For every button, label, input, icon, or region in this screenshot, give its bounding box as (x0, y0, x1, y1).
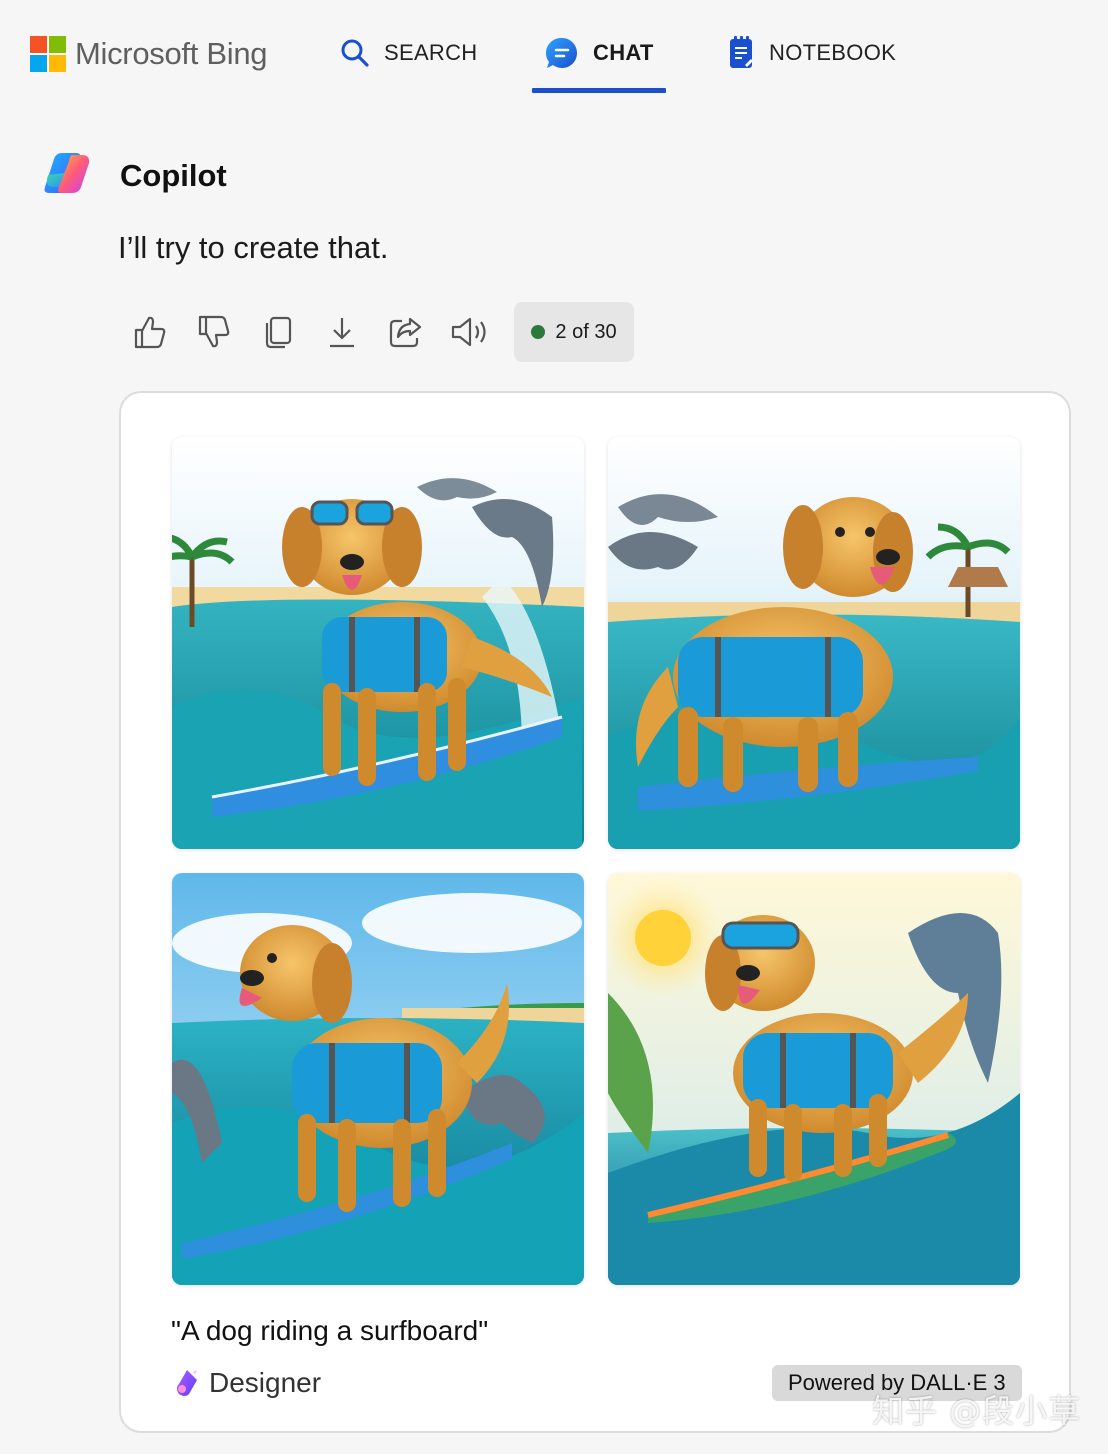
read-aloud-button[interactable] (450, 304, 490, 360)
image-result-card: "A dog riding a surfboard" Designer Powe… (119, 391, 1071, 1433)
generated-image-4[interactable] (608, 873, 1020, 1285)
microsoft-logo-icon (30, 36, 66, 72)
chat-bubble-icon (545, 36, 579, 70)
generated-image-3[interactable] (172, 873, 584, 1285)
copy-icon (265, 316, 292, 349)
brand-name: Microsoft Bing (75, 36, 268, 71)
tab-notebook[interactable]: NOTEBOOK (727, 30, 896, 76)
copilot-message: I’ll try to create that. (118, 230, 389, 265)
copilot-header: Copilot (44, 150, 227, 201)
image-prompt: "A dog riding a surfboard" (171, 1315, 489, 1346)
notebook-icon (727, 35, 755, 71)
copy-button[interactable] (258, 304, 298, 360)
tab-notebook-label: NOTEBOOK (769, 40, 897, 65)
tab-chat[interactable]: CHAT (545, 30, 654, 76)
thumbs-up-icon (134, 316, 166, 349)
copilot-logo-icon (44, 150, 94, 201)
top-header: Microsoft Bing SEARCH CHAT NOTEBOOK (0, 0, 1108, 110)
thumbs-down-button[interactable] (194, 304, 234, 360)
tab-search[interactable]: SEARCH (340, 30, 478, 76)
status-dot (531, 325, 546, 339)
thumbs-up-button[interactable] (130, 304, 170, 360)
thumbs-down-icon (198, 315, 230, 348)
download-button[interactable] (322, 304, 362, 360)
watermark-text: 知乎 @段小草 (872, 1392, 1082, 1430)
copilot-title: Copilot (120, 157, 227, 193)
download-icon (330, 318, 354, 348)
turn-counter-label: 2 of 30 (555, 320, 617, 343)
generated-image-1[interactable] (172, 437, 584, 849)
share-icon (389, 317, 422, 348)
designer-link[interactable]: Designer (173, 1367, 321, 1399)
speaker-icon (451, 317, 486, 347)
tab-chat-label: CHAT (593, 40, 654, 65)
generated-image-2[interactable] (608, 437, 1020, 849)
designer-icon (173, 1368, 201, 1398)
search-icon (340, 38, 370, 68)
share-button[interactable] (386, 304, 426, 360)
designer-label: Designer (209, 1367, 322, 1398)
turn-counter: 2 of 30 (514, 302, 634, 362)
message-actions: 2 of 30 (130, 302, 634, 362)
tab-search-label: SEARCH (384, 40, 478, 65)
bing-logo[interactable]: Microsoft Bing (30, 36, 268, 72)
active-tab-indicator (532, 88, 666, 93)
